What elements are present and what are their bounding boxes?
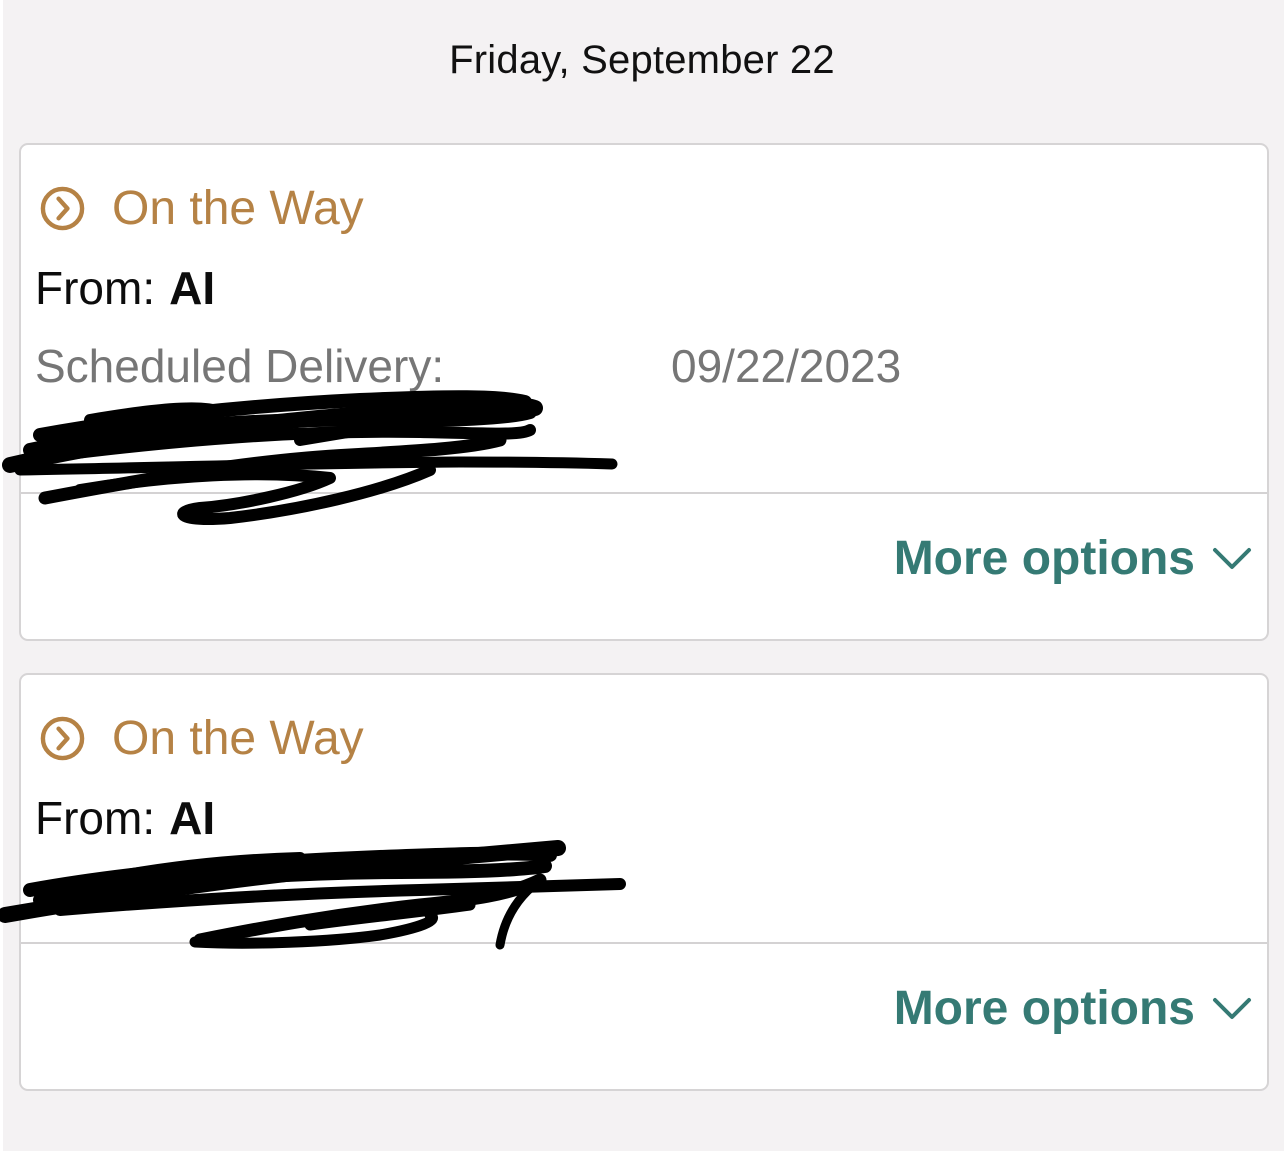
chevron-right-circle-icon bbox=[40, 186, 85, 231]
divider bbox=[21, 492, 1267, 494]
from-label: From: bbox=[35, 792, 156, 844]
from-value: AI bbox=[169, 792, 216, 844]
delivery-card[interactable]: On the Way From: AI Scheduled Delivery: 0… bbox=[19, 143, 1269, 641]
more-options-button[interactable]: More options bbox=[894, 531, 1253, 586]
chevron-right-circle-icon bbox=[40, 716, 85, 761]
chevron-down-icon bbox=[1213, 547, 1251, 569]
from-value: AI bbox=[169, 262, 216, 314]
divider bbox=[21, 942, 1267, 944]
from-label: From: bbox=[35, 262, 156, 314]
chevron-down-icon bbox=[1213, 997, 1251, 1019]
date-header: Friday, September 22 bbox=[449, 38, 835, 82]
left-edge bbox=[0, 0, 3, 1151]
scheduled-delivery-row: Scheduled Delivery: 09/22/2023 bbox=[35, 339, 1135, 393]
delivery-card[interactable]: On the Way From: AI More options bbox=[19, 673, 1269, 1091]
status-label: On the Way bbox=[112, 712, 364, 765]
scheduled-delivery-label: Scheduled Delivery: bbox=[35, 340, 445, 392]
scheduled-delivery-date: 09/22/2023 bbox=[671, 340, 902, 392]
from-row: From: AI bbox=[35, 261, 215, 315]
status-row: On the Way bbox=[39, 711, 364, 766]
status-row: On the Way bbox=[39, 181, 364, 236]
more-options-label: More options bbox=[893, 982, 1195, 1035]
more-options-button[interactable]: More options bbox=[894, 981, 1253, 1036]
status-label: On the Way bbox=[112, 182, 364, 235]
from-row: From: AI bbox=[35, 791, 215, 845]
more-options-label: More options bbox=[893, 532, 1195, 585]
